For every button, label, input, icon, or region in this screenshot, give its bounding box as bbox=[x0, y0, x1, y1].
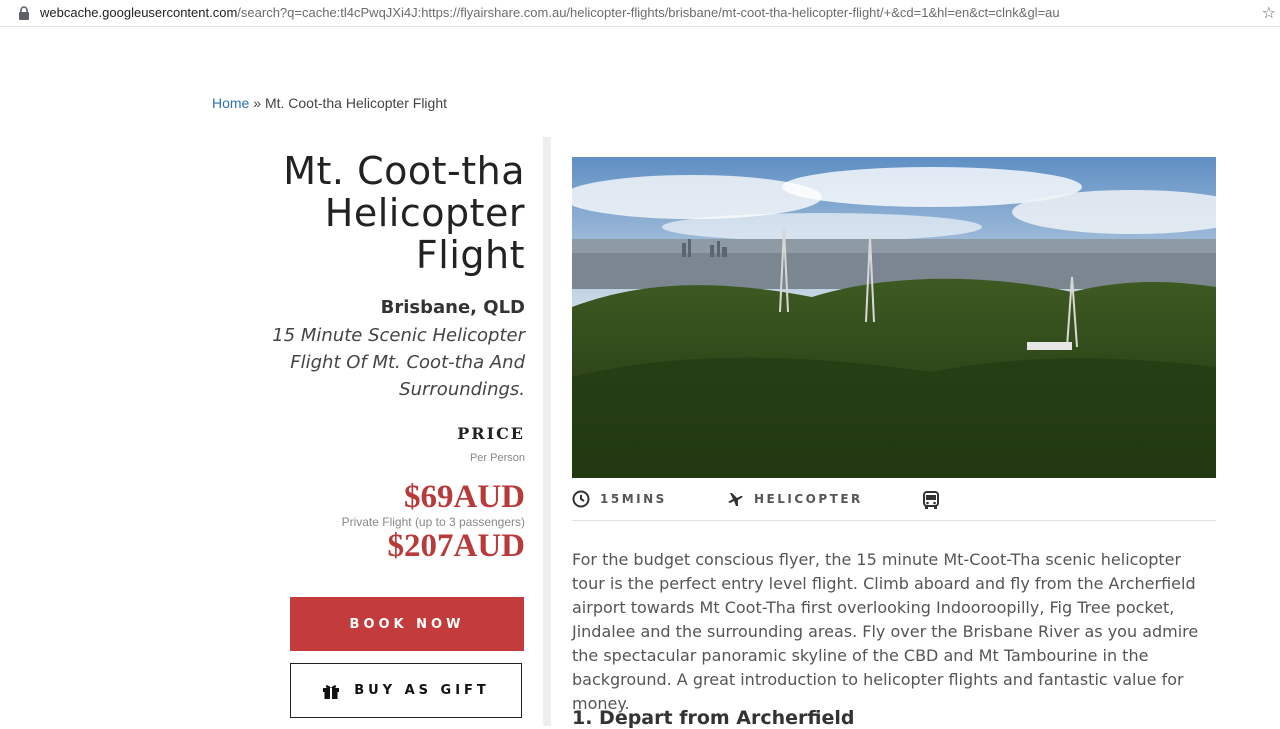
gift-icon bbox=[323, 684, 340, 699]
product-subtitle: 15 Minute Scenic Helicopter Flight Of Mt… bbox=[272, 325, 525, 400]
flight-meta: 15MINS HELICOPTER bbox=[572, 488, 1216, 521]
title-line-1: Mt. Coot-tha bbox=[283, 149, 525, 193]
duration-item: 15MINS bbox=[572, 490, 667, 508]
bus-icon bbox=[923, 491, 939, 509]
flight-description: For the budget conscious flyer, the 15 m… bbox=[572, 550, 1199, 713]
flight-photo bbox=[572, 157, 1216, 478]
aircraft-item: HELICOPTER bbox=[726, 490, 863, 508]
book-now-button[interactable]: BOOK NOW bbox=[290, 597, 524, 651]
bookmark-star-icon[interactable]: ☆ bbox=[1262, 3, 1276, 22]
location: Brisbane, QLD bbox=[380, 297, 525, 318]
private-flight-note: Private Flight (up to 3 passengers) bbox=[341, 515, 525, 529]
plane-icon bbox=[728, 493, 743, 506]
price-per-person: $69AUD bbox=[404, 479, 525, 515]
breadcrumb-home-link[interactable]: Home bbox=[212, 95, 249, 111]
buy-as-gift-label: BUY AS GIFT bbox=[354, 683, 490, 698]
per-person-note: Per Person bbox=[469, 452, 525, 464]
product-summary: Mt. Coot-tha Helicopter Flight Brisbane,… bbox=[200, 150, 525, 564]
duration-text: 15MINS bbox=[600, 492, 667, 506]
address-url[interactable]: webcache.googleusercontent.com/search?q=… bbox=[40, 5, 1060, 20]
private-flight-price: $207AUD bbox=[387, 528, 526, 564]
breadcrumb-current: Mt. Coot-tha Helicopter Flight bbox=[264, 95, 448, 111]
title-line-2: Helicopter bbox=[324, 191, 525, 235]
url-host: webcache.googleusercontent.com bbox=[40, 5, 238, 20]
clock-icon bbox=[572, 490, 590, 508]
title-line-3: Flight bbox=[415, 233, 525, 277]
book-now-label: BOOK NOW bbox=[349, 616, 465, 632]
breadcrumb: Home » Mt. Coot-tha Helicopter Flight bbox=[212, 95, 447, 111]
breadcrumb-separator: » bbox=[249, 95, 265, 111]
buy-as-gift-button[interactable]: BUY AS GIFT bbox=[290, 663, 522, 718]
lock-icon bbox=[19, 6, 29, 20]
mt-coot-tha-aerial-image bbox=[572, 157, 1216, 478]
page-title: Mt. Coot-tha Helicopter Flight bbox=[200, 150, 525, 276]
column-divider bbox=[543, 137, 551, 726]
browser-address-bar[interactable]: webcache.googleusercontent.com/search?q=… bbox=[0, 0, 1280, 27]
url-path: /search?q=cache:tl4cPwqJXi4J:https://fly… bbox=[237, 5, 1060, 20]
price-label: PRICE bbox=[457, 424, 525, 443]
transport-item bbox=[921, 490, 951, 510]
aircraft-text: HELICOPTER bbox=[754, 492, 863, 506]
